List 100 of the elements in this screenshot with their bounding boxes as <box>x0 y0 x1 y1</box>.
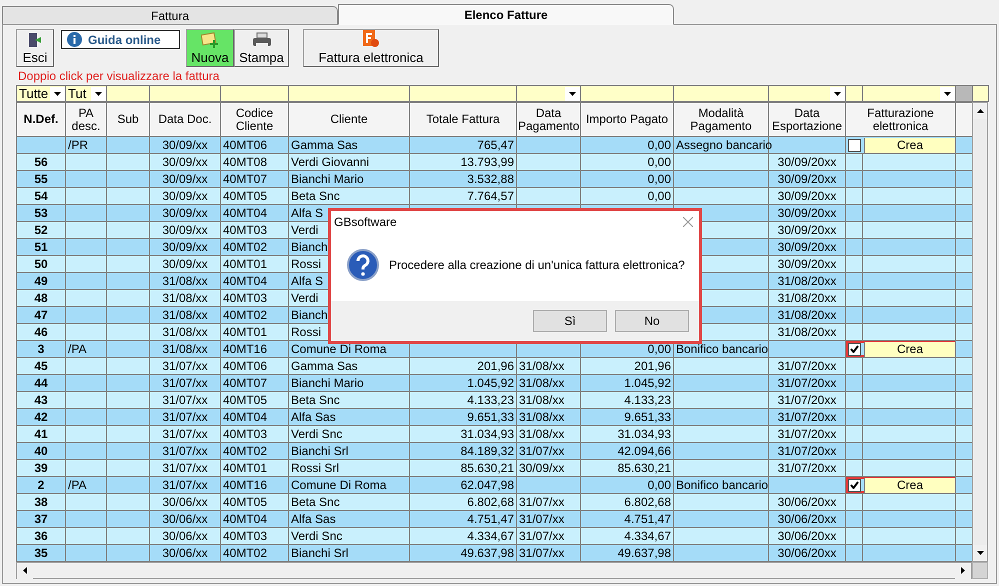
checkbox[interactable] <box>848 342 861 356</box>
create-button[interactable]: Crea <box>864 342 955 356</box>
filter-dropdown[interactable] <box>830 86 845 100</box>
table-cell: 31/08/xx <box>519 376 564 390</box>
close-icon[interactable] <box>683 217 693 227</box>
table-cell: 9.651,33 <box>467 410 514 424</box>
table-row[interactable]: 42 31/07/xx 40MT04 Alfa Sas 9.651,33 31/08/xx 9.651,33 31/07/20xx <box>16 408 972 426</box>
table-cell: 45 <box>34 359 48 373</box>
table-cell: Verdi <box>291 223 318 237</box>
table-row[interactable]: 41 31/07/xx 40MT03 Verdi Snc 31.034,93 31/08/xx 31.034,93 31/07/20xx <box>16 426 972 442</box>
filter-dropdown[interactable] <box>940 86 955 100</box>
help-button[interactable]: Guida online <box>61 30 180 49</box>
column-header[interactable]: Sub <box>106 102 150 136</box>
dropdown-arrow-icon <box>944 92 951 96</box>
hint-text: Doppio click per visualizzare la fattura <box>18 68 220 85</box>
table-row[interactable]: 35 30/06/xx 40MT02 Bianchi Srl 49.637,98 31/07/xx 49.637,98 30/06/20xx <box>16 544 972 562</box>
table-cell: 31/08/xx <box>162 274 208 288</box>
table-row[interactable]: 37 30/06/xx 40MT04 Alfa Sas 4.751,47 31/07/xx 4.751,47 30/06/20xx <box>16 510 972 528</box>
column-header[interactable]: Data Pagamento <box>516 102 580 136</box>
table-row[interactable]: 39 31/07/xx 40MT01 Rossi Srl 85.630,21 30/09/xx 85.630,21 31/07/20xx <box>16 460 972 476</box>
checkbox[interactable] <box>848 478 861 492</box>
table-cell: Bianch <box>291 308 328 322</box>
column-header[interactable]: Totale Fattura <box>410 102 516 136</box>
table-cell: 30/06/xx <box>162 546 208 560</box>
filter-cell[interactable] <box>106 86 150 102</box>
filter-cell[interactable] <box>846 86 862 102</box>
column-header[interactable]: Importo Pagato <box>580 102 674 136</box>
table-row[interactable]: 55 30/09/xx 40MT07 Bianchi Mario 3.532,88 0,00 30/09/20xx <box>16 170 972 188</box>
filter-cell[interactable] <box>580 86 674 102</box>
question-icon <box>347 249 379 281</box>
exit-button[interactable]: Esci <box>16 29 54 67</box>
table-cell: 40MT04 <box>223 206 268 220</box>
table-cell: 40MT03 <box>223 223 268 237</box>
table-row[interactable]: 2 /PA 31/07/xx 40MT16 Comune Di Roma 62.047,98 0,00 Bonifico bancario Crea <box>16 476 972 494</box>
document-e-icon <box>363 30 379 48</box>
table-cell: 31/08/xx <box>162 308 208 322</box>
table-cell: 2 <box>38 478 44 492</box>
table-cell: Comune Di Roma <box>291 342 386 356</box>
table-cell: 84.189,32 <box>460 444 514 458</box>
column-header[interactable]: Codice Cliente <box>220 102 288 136</box>
table-cell: Alfa S <box>291 274 324 288</box>
dialog-button[interactable]: Sì <box>533 310 607 332</box>
column-header[interactable]: N.Def. <box>16 102 66 136</box>
table-cell: 30/09/20xx <box>778 223 836 237</box>
column-header[interactable]: Modalità Pagamento <box>674 102 768 136</box>
table-cell: 6.802,68 <box>624 495 671 509</box>
filter-cell[interactable] <box>288 86 410 102</box>
filter-cell[interactable] <box>674 86 768 102</box>
table-cell: 9.651,33 <box>624 410 671 424</box>
table-row[interactable]: 45 31/07/xx 40MT06 Gamma Sas 201,96 31/08/xx 201,96 31/07/20xx <box>16 358 972 374</box>
filter-dropdown[interactable]: Tutte <box>17 86 65 100</box>
horizontal-scrollbar[interactable] <box>16 562 972 579</box>
table-cell: 46 <box>34 325 48 339</box>
column-header[interactable]: Cliente <box>288 102 410 136</box>
filter-dropdown[interactable]: Tut <box>66 86 106 100</box>
table-row[interactable]: 44 31/07/xx 40MT07 Bianchi Mario 1.045,92 31/08/xx 1.045,92 31/07/20xx <box>16 374 972 392</box>
printer-icon <box>252 32 272 48</box>
table-cell: 31/07/xx <box>162 444 208 458</box>
tab[interactable]: Elenco Fatture <box>338 4 674 25</box>
table-cell: 42 <box>34 410 48 424</box>
scroll-up-icon <box>976 109 984 113</box>
column-header[interactable]: PA desc. <box>66 102 106 136</box>
table-row[interactable]: 54 30/09/xx 40MT05 Beta Snc 7.764,57 0,00 30/09/20xx <box>16 188 972 204</box>
table-row[interactable]: 38 30/06/xx 40MT05 Beta Snc 6.802,68 31/07/xx 6.802,68 30/06/20xx <box>16 494 972 510</box>
table-cell: 30/06/20xx <box>778 512 836 526</box>
table-row[interactable]: 56 30/09/xx 40MT08 Verdi Giovanni 13.793,99 0,00 30/09/20xx <box>16 154 972 170</box>
column-header[interactable]: Data Doc. <box>150 102 220 136</box>
new-button[interactable]: Nuova <box>186 29 234 67</box>
column-header[interactable]: Fatturazione elettronica <box>846 102 956 136</box>
column-header[interactable]: Data Esportazione <box>768 102 846 136</box>
filter-cell[interactable] <box>220 86 288 102</box>
vertical-scrollbar[interactable] <box>972 102 988 562</box>
table-cell: Rossi Srl <box>291 461 340 475</box>
table-cell: 30/09/xx <box>162 172 208 186</box>
e-invoice-button[interactable]: Fattura elettronica <box>303 29 439 67</box>
table-cell: 0,00 <box>648 155 671 169</box>
table-row[interactable]: /PR 30/09/xx 40MT06 Gamma Sas 765,47 0,00 Assegno bancario Crea <box>16 136 972 154</box>
create-button[interactable]: Crea <box>864 478 955 492</box>
tab[interactable]: Fattura <box>2 6 338 25</box>
dialog-button[interactable]: No <box>615 310 689 332</box>
table-cell: 40MT02 <box>223 308 268 322</box>
filter-cell[interactable] <box>410 86 516 102</box>
create-button[interactable]: Crea <box>864 138 955 152</box>
table-cell: Beta Snc <box>291 495 340 509</box>
table-cell: 31/07/xx <box>519 512 564 526</box>
filter-dropdown[interactable] <box>565 86 580 100</box>
table-cell: 0,00 <box>648 189 671 203</box>
table-cell: 40 <box>34 444 48 458</box>
table-row[interactable]: 43 31/07/xx 40MT05 Beta Snc 4.133,23 31/08/xx 4.133,23 31/07/20xx <box>16 392 972 408</box>
print-button[interactable]: Stampa <box>234 29 289 67</box>
filter-cell[interactable] <box>150 86 220 102</box>
table-row[interactable]: 40 31/07/xx 40MT02 Bianchi Srl 84.189,32 31/07/xx 42.094,66 31/07/20xx <box>16 442 972 460</box>
checkbox[interactable] <box>848 138 861 152</box>
door-icon <box>27 32 43 48</box>
table-row[interactable]: 36 30/06/xx 40MT03 Verdi Snc 4.334,67 31/07/xx 4.334,67 30/06/20xx <box>16 528 972 544</box>
table-cell: 31/07/xx <box>519 546 564 560</box>
table-cell: 4.334,67 <box>467 529 514 543</box>
table-cell: 30/06/20xx <box>778 546 836 560</box>
dialog-title: GBsoftware <box>334 215 397 229</box>
table-cell: 30/09/xx <box>162 189 208 203</box>
